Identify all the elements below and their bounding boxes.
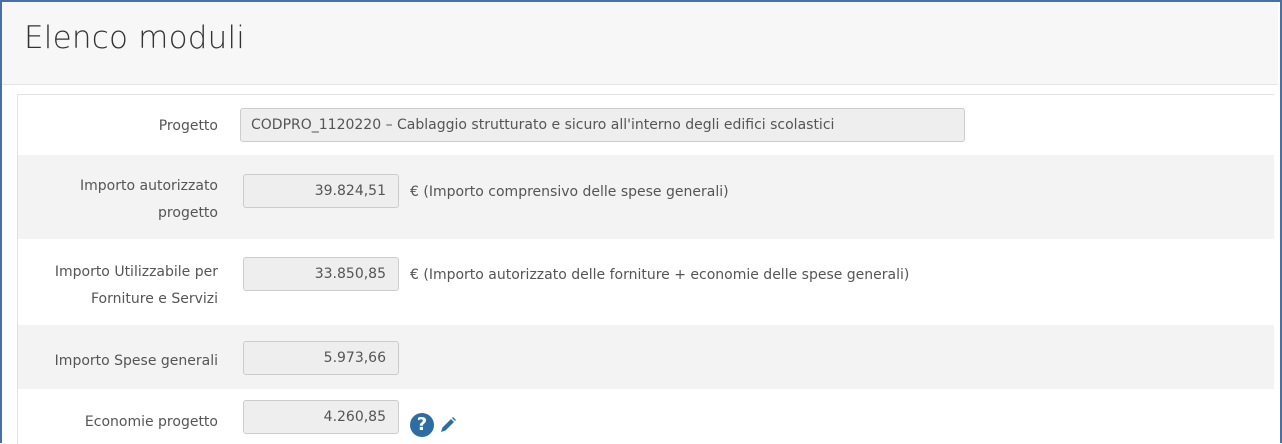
label-importo-autorizzato-line2: progetto — [158, 205, 218, 221]
label-economie: Economie progetto — [84, 414, 218, 430]
row-economie: Economie progetto 4.260,85 ? — [18, 389, 1274, 443]
label-progetto: Progetto — [158, 118, 218, 134]
importo-utilizzabile-field: 33.850,85 — [243, 257, 399, 291]
page-header: Elenco moduli — [2, 2, 1278, 85]
label-importo-autorizzato-line1: Importo autorizzato — [80, 178, 218, 194]
importo-autorizzato-note: € (Importo comprensivo delle spese gener… — [410, 184, 729, 200]
row-progetto: Progetto CODPRO_1120220 – Cablaggio stru… — [18, 95, 1274, 155]
row-importo-utilizzabile: Importo Utilizzabile per Forniture e Ser… — [18, 239, 1274, 325]
page-title: Elenco moduli — [24, 20, 246, 56]
importo-autorizzato-field: 39.824,51 — [243, 174, 399, 208]
label-importo-utilizzabile-line2: Forniture e Servizi — [91, 291, 218, 307]
importo-spese-field: 5.973,66 — [243, 341, 399, 375]
label-importo-utilizzabile-line1: Importo Utilizzabile per — [54, 264, 218, 280]
row-importo-autorizzato: Importo autorizzato progetto 39.824,51 €… — [18, 155, 1274, 239]
economie-field: 4.260,85 — [243, 400, 399, 434]
question-circle-icon[interactable]: ? — [410, 413, 434, 437]
pencil-icon[interactable] — [438, 415, 458, 435]
label-importo-spese: Importo Spese generali — [54, 353, 218, 369]
importo-utilizzabile-note: € (Importo autorizzato delle forniture +… — [410, 267, 910, 283]
progetto-field: CODPRO_1120220 – Cablaggio strutturato e… — [240, 108, 965, 142]
row-importo-spese: Importo Spese generali 5.973,66 — [18, 325, 1274, 389]
